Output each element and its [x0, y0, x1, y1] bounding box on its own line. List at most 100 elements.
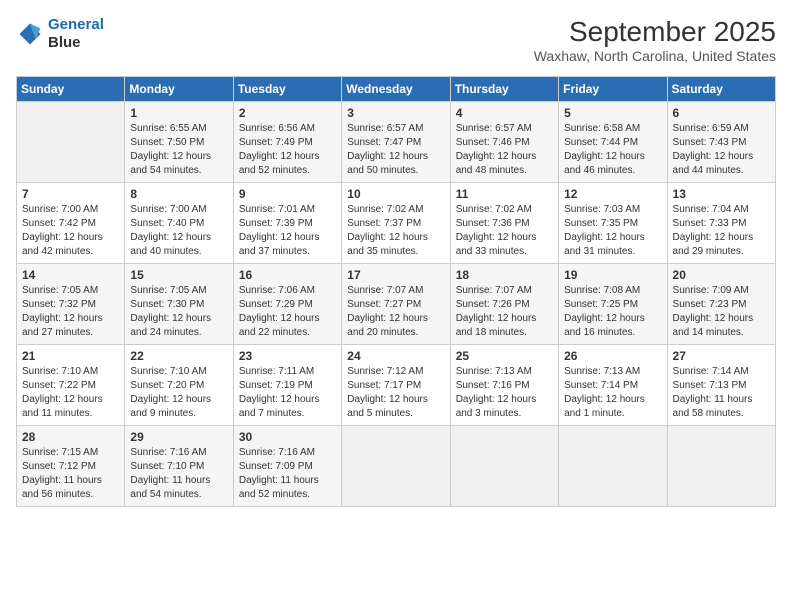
day-number: 11 — [456, 187, 553, 201]
calendar-cell: 27 Sunrise: 7:14 AMSunset: 7:13 PMDayligh… — [667, 345, 775, 426]
calendar-cell: 15 Sunrise: 7:05 AMSunset: 7:30 PMDayligh… — [125, 264, 233, 345]
calendar-cell — [667, 426, 775, 507]
cell-info: Sunrise: 7:07 AMSunset: 7:27 PMDaylight:… — [347, 284, 444, 340]
day-number: 26 — [564, 349, 661, 363]
day-number: 19 — [564, 268, 661, 282]
day-number: 18 — [456, 268, 553, 282]
calendar-cell: 6Sunrise: 6:59 AMSunset: 7:43 PMDaylight… — [667, 102, 775, 183]
cell-info: Sunrise: 7:08 AMSunset: 7:25 PMDaylight:… — [564, 284, 661, 340]
cell-info: Sunrise: 7:16 AMSunset: 7:10 PMDaylight:… — [130, 446, 227, 502]
cell-info: Sunrise: 7:14 AMSunset: 7:13 PMDaylight:… — [673, 365, 770, 421]
day-number: 13 — [673, 187, 770, 201]
cell-info: Sunrise: 7:07 AMSunset: 7:26 PMDaylight:… — [456, 284, 553, 340]
cell-info: Sunrise: 7:10 AMSunset: 7:22 PMDaylight:… — [22, 365, 119, 421]
calendar-cell: 17 Sunrise: 7:07 AMSunset: 7:27 PMDayligh… — [342, 264, 450, 345]
calendar-cell — [450, 426, 558, 507]
cell-info: Sunrise: 7:06 AMSunset: 7:29 PMDaylight:… — [239, 284, 336, 340]
week-row-2: 7Sunrise: 7:00 AMSunset: 7:42 PMDaylight… — [17, 183, 776, 264]
day-number: 5 — [564, 106, 661, 120]
calendar-cell: 19 Sunrise: 7:08 AMSunset: 7:25 PMDayligh… — [559, 264, 667, 345]
cell-info: Sunrise: 7:09 AMSunset: 7:23 PMDaylight:… — [673, 284, 770, 340]
logo-icon — [16, 20, 44, 48]
calendar-cell: 13 Sunrise: 7:04 AMSunset: 7:33 PMDayligh… — [667, 183, 775, 264]
day-number: 14 — [22, 268, 119, 282]
calendar-cell: 14 Sunrise: 7:05 AMSunset: 7:32 PMDayligh… — [17, 264, 125, 345]
calendar-cell: 24 Sunrise: 7:12 AMSunset: 7:17 PMDayligh… — [342, 345, 450, 426]
day-number: 22 — [130, 349, 227, 363]
cell-info: Sunrise: 7:16 AMSunset: 7:09 PMDaylight:… — [239, 446, 336, 502]
calendar-cell: 30 Sunrise: 7:16 AMSunset: 7:09 PMDayligh… — [233, 426, 341, 507]
cell-info: Sunrise: 7:02 AMSunset: 7:36 PMDaylight:… — [456, 203, 553, 259]
day-number: 3 — [347, 106, 444, 120]
day-number: 29 — [130, 430, 227, 444]
day-number: 28 — [22, 430, 119, 444]
day-number: 8 — [130, 187, 227, 201]
day-number: 24 — [347, 349, 444, 363]
column-header-tuesday: Tuesday — [233, 77, 341, 102]
cell-info: Sunrise: 7:12 AMSunset: 7:17 PMDaylight:… — [347, 365, 444, 421]
column-header-monday: Monday — [125, 77, 233, 102]
column-header-wednesday: Wednesday — [342, 77, 450, 102]
calendar-cell: 29 Sunrise: 7:16 AMSunset: 7:10 PMDayligh… — [125, 426, 233, 507]
day-number: 1 — [130, 106, 227, 120]
title-block: September 2025 Waxhaw, North Carolina, U… — [534, 16, 776, 64]
calendar-cell: 10Sunrise: 7:02 AMSunset: 7:37 PMDayligh… — [342, 183, 450, 264]
calendar-cell: 21 Sunrise: 7:10 AMSunset: 7:22 PMDayligh… — [17, 345, 125, 426]
calendar-cell: 22Sunrise: 7:10 AMSunset: 7:20 PMDayligh… — [125, 345, 233, 426]
calendar-cell: 7Sunrise: 7:00 AMSunset: 7:42 PMDaylight… — [17, 183, 125, 264]
day-number: 15 — [130, 268, 227, 282]
month-year: September 2025 — [534, 16, 776, 48]
calendar-cell: 20 Sunrise: 7:09 AMSunset: 7:23 PMDayligh… — [667, 264, 775, 345]
calendar-cell: 18 Sunrise: 7:07 AMSunset: 7:26 PMDayligh… — [450, 264, 558, 345]
calendar-cell: 16 Sunrise: 7:06 AMSunset: 7:29 PMDayligh… — [233, 264, 341, 345]
cell-info: Sunrise: 7:04 AMSunset: 7:33 PMDaylight:… — [673, 203, 770, 259]
day-number: 10 — [347, 187, 444, 201]
column-header-sunday: Sunday — [17, 77, 125, 102]
calendar-cell — [342, 426, 450, 507]
calendar-cell: 28Sunrise: 7:15 AMSunset: 7:12 PMDayligh… — [17, 426, 125, 507]
logo-line2: Blue — [48, 34, 104, 52]
cell-info: Sunrise: 7:13 AMSunset: 7:14 PMDaylight:… — [564, 365, 661, 421]
cell-info: Sunrise: 6:55 AMSunset: 7:50 PMDaylight:… — [130, 122, 227, 178]
week-row-3: 14 Sunrise: 7:05 AMSunset: 7:32 PMDayligh… — [17, 264, 776, 345]
logo-text: General Blue — [48, 16, 104, 52]
cell-info: Sunrise: 6:56 AMSunset: 7:49 PMDaylight:… — [239, 122, 336, 178]
day-number: 16 — [239, 268, 336, 282]
day-number: 17 — [347, 268, 444, 282]
cell-info: Sunrise: 7:05 AMSunset: 7:32 PMDaylight:… — [22, 284, 119, 340]
cell-info: Sunrise: 6:57 AMSunset: 7:47 PMDaylight:… — [347, 122, 444, 178]
day-number: 9 — [239, 187, 336, 201]
calendar-cell: 11 Sunrise: 7:02 AMSunset: 7:36 PMDayligh… — [450, 183, 558, 264]
cell-info: Sunrise: 7:03 AMSunset: 7:35 PMDaylight:… — [564, 203, 661, 259]
calendar-cell: 26 Sunrise: 7:13 AMSunset: 7:14 PMDayligh… — [559, 345, 667, 426]
page-header: General Blue September 2025 Waxhaw, Nort… — [16, 16, 776, 64]
day-number: 27 — [673, 349, 770, 363]
week-row-4: 21 Sunrise: 7:10 AMSunset: 7:22 PMDayligh… — [17, 345, 776, 426]
calendar-cell: 25 Sunrise: 7:13 AMSunset: 7:16 PMDayligh… — [450, 345, 558, 426]
day-number: 7 — [22, 187, 119, 201]
day-number: 30 — [239, 430, 336, 444]
day-number: 12 — [564, 187, 661, 201]
calendar-cell: 9 Sunrise: 7:01 AMSunset: 7:39 PMDaylight… — [233, 183, 341, 264]
calendar-cell: 2 Sunrise: 6:56 AMSunset: 7:49 PMDaylight… — [233, 102, 341, 183]
calendar-table: SundayMondayTuesdayWednesdayThursdayFrid… — [16, 76, 776, 507]
day-number: 2 — [239, 106, 336, 120]
column-header-friday: Friday — [559, 77, 667, 102]
week-row-5: 28Sunrise: 7:15 AMSunset: 7:12 PMDayligh… — [17, 426, 776, 507]
cell-info: Sunrise: 7:01 AMSunset: 7:39 PMDaylight:… — [239, 203, 336, 259]
day-number: 6 — [673, 106, 770, 120]
calendar-cell: 23Sunrise: 7:11 AMSunset: 7:19 PMDayligh… — [233, 345, 341, 426]
cell-info: Sunrise: 7:13 AMSunset: 7:16 PMDaylight:… — [456, 365, 553, 421]
calendar-cell — [17, 102, 125, 183]
day-number: 21 — [22, 349, 119, 363]
cell-info: Sunrise: 6:57 AMSunset: 7:46 PMDaylight:… — [456, 122, 553, 178]
day-number: 20 — [673, 268, 770, 282]
header-row: SundayMondayTuesdayWednesdayThursdayFrid… — [17, 77, 776, 102]
week-row-1: 1 Sunrise: 6:55 AMSunset: 7:50 PMDaylight… — [17, 102, 776, 183]
calendar-cell — [559, 426, 667, 507]
cell-info: Sunrise: 6:58 AMSunset: 7:44 PMDaylight:… — [564, 122, 661, 178]
day-number: 25 — [456, 349, 553, 363]
day-number: 4 — [456, 106, 553, 120]
cell-info: Sunrise: 7:05 AMSunset: 7:30 PMDaylight:… — [130, 284, 227, 340]
column-header-thursday: Thursday — [450, 77, 558, 102]
